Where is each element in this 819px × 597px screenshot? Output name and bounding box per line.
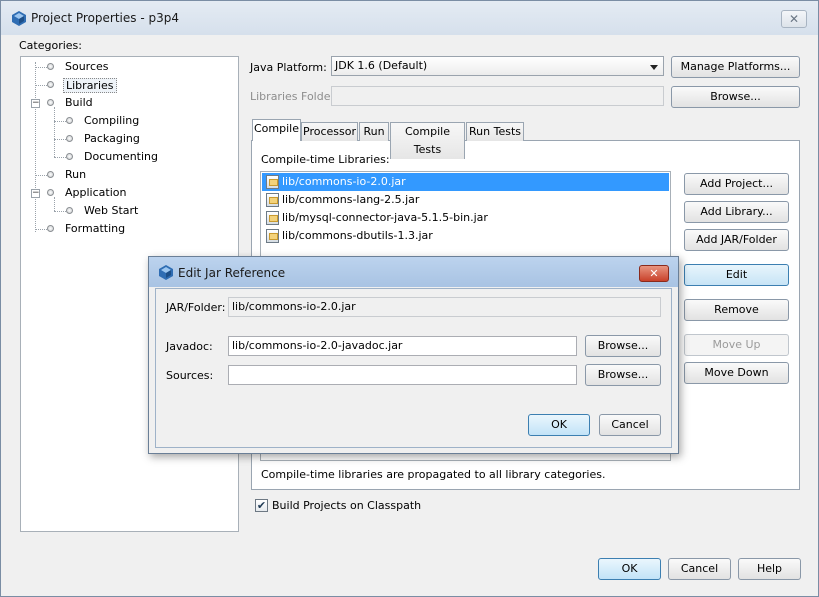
library-label: lib/mysql-connector-java-5.1.5-bin.jar bbox=[282, 211, 488, 224]
tree-node-icon bbox=[66, 135, 73, 142]
list-item[interactable]: lib/commons-dbutils-1.3.jar bbox=[262, 227, 669, 245]
tab-run[interactable]: Run bbox=[359, 122, 389, 141]
dialog-body: JAR/Folder: lib/commons-io-2.0.jar Javad… bbox=[155, 288, 672, 448]
window-title: Project Properties - p3p4 bbox=[31, 11, 179, 25]
collapse-icon[interactable]: − bbox=[31, 99, 40, 108]
chevron-down-icon bbox=[650, 65, 658, 70]
title-bar: Project Properties - p3p4 ✕ bbox=[1, 1, 818, 35]
list-item[interactable]: lib/commons-lang-2.5.jar bbox=[262, 191, 669, 209]
javadoc-browse-button[interactable]: Browse... bbox=[585, 335, 661, 357]
category-application[interactable]: Application bbox=[65, 186, 126, 199]
collapse-icon[interactable]: − bbox=[31, 189, 40, 198]
category-sources[interactable]: Sources bbox=[65, 60, 109, 73]
move-up-button[interactable]: Move Up bbox=[684, 334, 789, 356]
category-run[interactable]: Run bbox=[65, 168, 86, 181]
sources-browse-button[interactable]: Browse... bbox=[585, 364, 661, 386]
tree-node-icon bbox=[66, 117, 73, 124]
ok-button[interactable]: OK bbox=[598, 558, 661, 580]
tree-node-icon bbox=[47, 99, 54, 106]
jar-icon bbox=[266, 229, 279, 243]
dialog-close-button[interactable]: ✕ bbox=[639, 265, 669, 282]
dialog-ok-button[interactable]: OK bbox=[528, 414, 590, 436]
manage-platforms-button[interactable]: Manage Platforms... bbox=[671, 56, 800, 78]
tree-connector bbox=[54, 197, 55, 211]
netbeans-cube-icon bbox=[12, 11, 26, 26]
tree-node-icon bbox=[47, 225, 54, 232]
edit-jar-reference-dialog: Edit Jar Reference ✕ JAR/Folder: lib/com… bbox=[148, 256, 679, 454]
libraries-folder-label: Libraries Folder: bbox=[250, 90, 339, 103]
java-platform-value: JDK 1.6 (Default) bbox=[335, 59, 428, 72]
tree-connector bbox=[35, 62, 36, 232]
tree-connector bbox=[54, 107, 55, 157]
java-platform-label: Java Platform: bbox=[250, 61, 327, 74]
tab-run-tests[interactable]: Run Tests bbox=[466, 122, 524, 141]
jar-folder-field: lib/commons-io-2.0.jar bbox=[228, 297, 661, 317]
sources-field[interactable] bbox=[228, 365, 577, 385]
remove-button[interactable]: Remove bbox=[684, 299, 789, 321]
move-down-button[interactable]: Move Down bbox=[684, 362, 789, 384]
jar-icon bbox=[266, 175, 279, 189]
build-on-classpath-label: Build Projects on Classpath bbox=[272, 499, 422, 512]
add-jar-folder-button[interactable]: Add JAR/Folder bbox=[684, 229, 789, 251]
categories-label: Categories: bbox=[19, 39, 82, 52]
compile-time-libraries-label: Compile-time Libraries: bbox=[261, 153, 390, 166]
library-label: lib/commons-io-2.0.jar bbox=[282, 175, 406, 188]
library-label: lib/commons-dbutils-1.3.jar bbox=[282, 229, 433, 242]
dialog-title: Edit Jar Reference bbox=[178, 266, 286, 280]
category-packaging[interactable]: Packaging bbox=[84, 132, 140, 145]
cancel-button[interactable]: Cancel bbox=[668, 558, 731, 580]
add-project-button[interactable]: Add Project... bbox=[684, 173, 789, 195]
list-item[interactable]: lib/mysql-connector-java-5.1.5-bin.jar bbox=[262, 209, 669, 227]
tree-node-icon bbox=[66, 207, 73, 214]
dialog-cancel-button[interactable]: Cancel bbox=[599, 414, 661, 436]
list-item[interactable]: lib/commons-io-2.0.jar bbox=[262, 173, 669, 191]
javadoc-label: Javadoc: bbox=[166, 340, 213, 353]
libraries-folder-browse-button[interactable]: Browse... bbox=[671, 86, 800, 108]
help-button[interactable]: Help bbox=[738, 558, 801, 580]
compile-footer-note: Compile-time libraries are propagated to… bbox=[261, 468, 606, 481]
tree-node-icon bbox=[47, 63, 54, 70]
edit-button[interactable]: Edit bbox=[684, 264, 789, 286]
category-build[interactable]: Build bbox=[65, 96, 93, 109]
category-formatting[interactable]: Formatting bbox=[65, 222, 125, 235]
java-platform-combo[interactable]: JDK 1.6 (Default) bbox=[331, 56, 664, 76]
tree-node-icon bbox=[66, 153, 73, 160]
jar-icon bbox=[266, 211, 279, 225]
libraries-folder-field bbox=[331, 86, 664, 106]
dialog-title-bar: Edit Jar Reference ✕ bbox=[149, 257, 678, 287]
add-library-button[interactable]: Add Library... bbox=[684, 201, 789, 223]
tree-node-icon bbox=[47, 171, 54, 178]
close-window-button[interactable]: ✕ bbox=[781, 10, 807, 28]
javadoc-field[interactable]: lib/commons-io-2.0-javadoc.jar bbox=[228, 336, 577, 356]
category-libraries[interactable]: Libraries bbox=[63, 78, 117, 93]
tree-node-icon bbox=[47, 189, 54, 196]
tree-node-icon bbox=[47, 81, 54, 88]
tab-compile[interactable]: Compile bbox=[252, 119, 301, 141]
category-web-start[interactable]: Web Start bbox=[84, 204, 138, 217]
category-documenting[interactable]: Documenting bbox=[84, 150, 158, 163]
tab-processor[interactable]: Processor bbox=[301, 122, 358, 141]
build-on-classpath-checkbox[interactable]: ✔ bbox=[255, 499, 268, 512]
category-compiling[interactable]: Compiling bbox=[84, 114, 139, 127]
jar-folder-label: JAR/Folder: bbox=[166, 301, 226, 314]
netbeans-cube-icon bbox=[159, 265, 173, 280]
library-label: lib/commons-lang-2.5.jar bbox=[282, 193, 420, 206]
jar-icon bbox=[266, 193, 279, 207]
sources-label: Sources: bbox=[166, 369, 214, 382]
tab-compile-tests[interactable]: Compile Tests bbox=[390, 122, 465, 159]
